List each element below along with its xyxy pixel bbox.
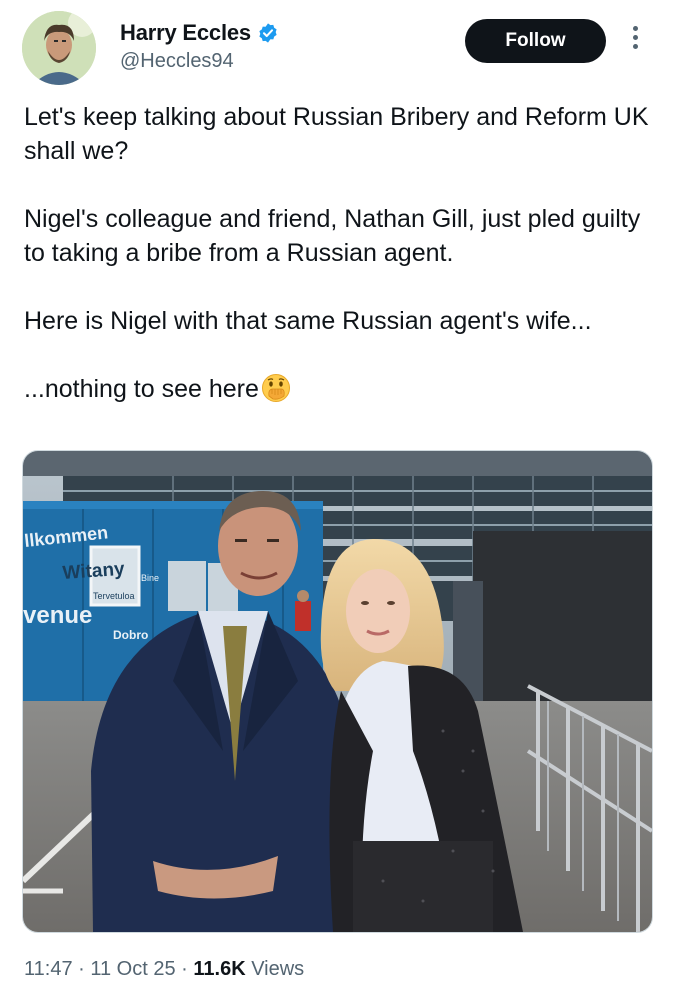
tweet-paragraph: ...nothing to see here [24, 375, 259, 403]
meta-separator: · [175, 958, 194, 980]
avatar[interactable] [22, 11, 96, 85]
author-display-name[interactable]: Harry Eccles [120, 20, 251, 46]
tweet-paragraph: Here is Nigel with that same Russian age… [24, 307, 592, 335]
follow-button[interactable]: Follow [465, 19, 606, 63]
tweet-paragraph: Let's keep talking about Russian Bribery… [24, 103, 649, 165]
tweet-paragraph-last: ...nothing to see here [24, 372, 654, 406]
author-handle[interactable]: @Heccles94 [120, 50, 234, 73]
tweet-text: Let's keep talking about Russian Bribery… [24, 100, 654, 406]
sign-text: Bine [141, 573, 159, 583]
sign-text: venue [23, 602, 92, 629]
avatar-image [22, 11, 96, 85]
sign-text: Dobro [113, 628, 148, 642]
sign-text: Tervetuloa [93, 591, 135, 601]
vertical-ellipsis-icon[interactable] [628, 26, 642, 56]
meta-separator: · [72, 958, 91, 980]
verified-badge-icon [259, 23, 277, 43]
views-count: 11.6K [193, 958, 246, 980]
tweet-paragraph: Nigel's colleague and friend, Nathan Gil… [24, 205, 641, 267]
photo-illustration: llkommen Witany Tervetuloa Bine venue Do… [23, 451, 652, 932]
face-with-hand-over-mouth-icon [261, 374, 290, 402]
tweet-meta: 11:47 · 11 Oct 25 · 11.6K Views [24, 958, 304, 981]
tweet-photo[interactable]: llkommen Witany Tervetuloa Bine venue Do… [22, 450, 653, 933]
author-name-row[interactable]: Harry Eccles [120, 20, 279, 46]
views-label: Views [245, 958, 305, 980]
tweet-time[interactable]: 11:47 [24, 958, 73, 980]
sign-text: Witany [62, 559, 126, 584]
tweet-date[interactable]: 11 Oct 25 [90, 958, 175, 980]
